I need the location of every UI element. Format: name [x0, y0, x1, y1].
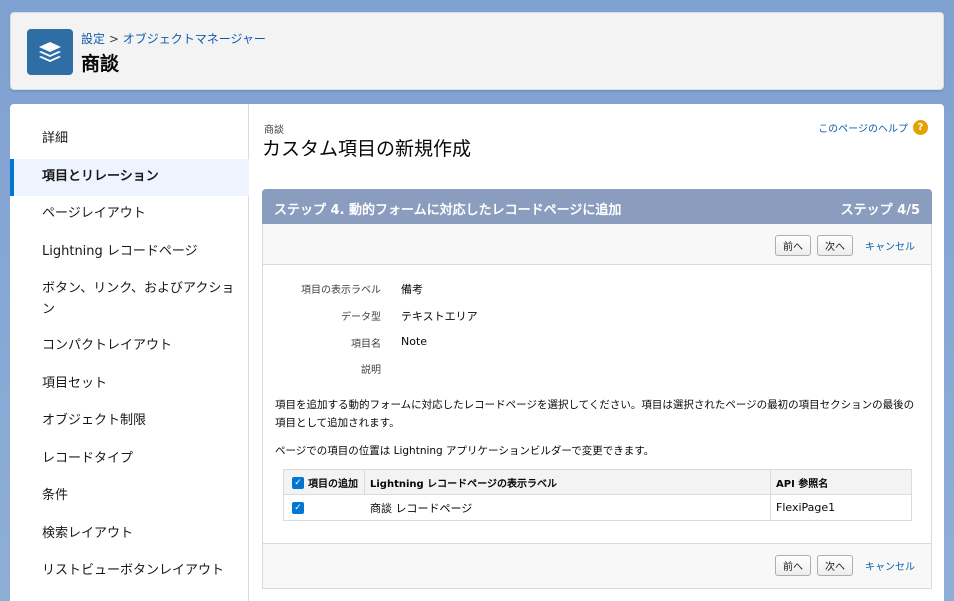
field-value: テキストエリア [401, 310, 478, 323]
step-title: ステップ 4. 動的フォームに対応したレコードページに追加 [274, 203, 622, 218]
sidebar-item-buttons-links-actions[interactable]: ボタン、リンク、およびアクショ [10, 279, 249, 299]
field-value: Note [401, 335, 428, 348]
content-title: カスタム項目の新規作成 [262, 138, 472, 160]
top-button-row: 前へ 次へ キャンセル [775, 235, 915, 256]
row-api-name: FlexiPage1 [776, 501, 836, 514]
table-row: ✓ 商談 レコードページ FlexiPage1 [284, 495, 911, 520]
sidebar-item-record-types[interactable]: レコードタイプ [10, 449, 249, 469]
prev-button-bottom[interactable]: 前へ [775, 555, 811, 576]
sidebar-item-search-layouts[interactable]: 検索レイアウト [10, 524, 249, 544]
field-details: 項目の表示ラベル 備考 データ型 テキストエリア 項目名 Note 説明 項目を… [263, 264, 931, 544]
step-body: 前へ 次へ キャンセル 項目の表示ラベル 備考 データ型 テキストエリア 項目名… [262, 224, 932, 589]
help-icon[interactable]: ? [913, 120, 928, 135]
breadcrumb-object-manager-link[interactable]: オブジェクトマネージャー [123, 32, 266, 46]
sidebar-item-page-layouts[interactable]: ページレイアウト [10, 204, 249, 224]
step-count: ステップ 4/5 [840, 203, 920, 218]
sidebar-item-details[interactable]: 詳細 [10, 129, 249, 149]
breadcrumb: 設定 > オブジェクトマネージャー [81, 30, 266, 47]
page-title: 商談 [81, 53, 120, 75]
sidebar-item-fields-relationships[interactable]: 項目とリレーション [10, 159, 249, 196]
row-checkbox-cell: ✓ [292, 495, 304, 520]
sidebar-item-field-sets[interactable]: 項目セット [10, 374, 249, 394]
field-label: 項目名 [351, 339, 381, 350]
table-header: ✓ 項目の追加 Lightning レコードページの表示ラベル API 参照名 [284, 470, 911, 495]
header-add-label: 項目の追加 [308, 479, 358, 490]
help-link-label[interactable]: このページのヘルプ [818, 120, 908, 135]
layers-icon [27, 29, 73, 75]
step-header: ステップ 4. 動的フォームに対応したレコードページに追加 ステップ 4/5 [262, 189, 932, 224]
record-pages-table: ✓ 項目の追加 Lightning レコードページの表示ラベル API 参照名 … [283, 469, 912, 521]
header-api-name: API 参照名 [776, 479, 829, 490]
sidebar-item-list-view-button-layout[interactable]: リストビューボタンレイアウト [10, 561, 249, 581]
next-button-top[interactable]: 次へ [817, 235, 853, 256]
select-all-checkbox[interactable]: ✓ [292, 476, 304, 489]
next-button-bottom[interactable]: 次へ [817, 555, 853, 576]
cancel-link-bottom[interactable]: キャンセル [865, 558, 915, 573]
prev-button-top[interactable]: 前へ [775, 235, 811, 256]
breadcrumb-separator: > [108, 32, 119, 46]
field-label: 説明 [361, 365, 381, 376]
sidebar-item-conditions[interactable]: 条件 [10, 486, 249, 506]
bottom-button-row: 前へ 次へ キャンセル [775, 555, 915, 576]
row-checkbox[interactable]: ✓ [292, 501, 304, 514]
field-label: データ型 [341, 312, 381, 323]
instructions-text: 項目を追加する動的フォームに対応したレコードページを選択してください。項目は選択… [275, 399, 915, 429]
sidebar-item-compact-layouts[interactable]: コンパクトレイアウト [10, 336, 249, 356]
field-value: 備考 [401, 283, 423, 296]
row-page-label: 商談 レコードページ [370, 501, 473, 515]
content-area: 商談 カスタム項目の新規作成 このページのヘルプ ? ステップ 4. 動的フォー… [262, 104, 932, 601]
sidebar-item-buttons-links-actions-cont[interactable]: ン [10, 300, 249, 320]
header-page-label: Lightning レコードページの表示ラベル [370, 479, 557, 490]
position-note-text: ページでの項目の位置は Lightning アプリケーションビルダーで変更できま… [275, 445, 655, 457]
cancel-link-top[interactable]: キャンセル [865, 238, 915, 253]
field-label: 項目の表示ラベル [301, 285, 381, 296]
help-link[interactable]: このページのヘルプ ? [818, 120, 928, 135]
sidebar-item-lightning-record-pages[interactable]: Lightning レコードページ [10, 242, 249, 262]
sidebar-item-object-limits[interactable]: オブジェクト制限 [10, 411, 249, 431]
breadcrumb-setup-link[interactable]: 設定 [81, 32, 105, 46]
object-header: 設定 > オブジェクトマネージャー 商談 [10, 12, 944, 90]
main-panel: 詳細 項目とリレーション ページレイアウト Lightning レコードページ … [10, 104, 944, 601]
header-add-cell: ✓ 項目の追加 [292, 470, 358, 495]
sidebar: 詳細 項目とリレーション ページレイアウト Lightning レコードページ … [10, 104, 249, 601]
